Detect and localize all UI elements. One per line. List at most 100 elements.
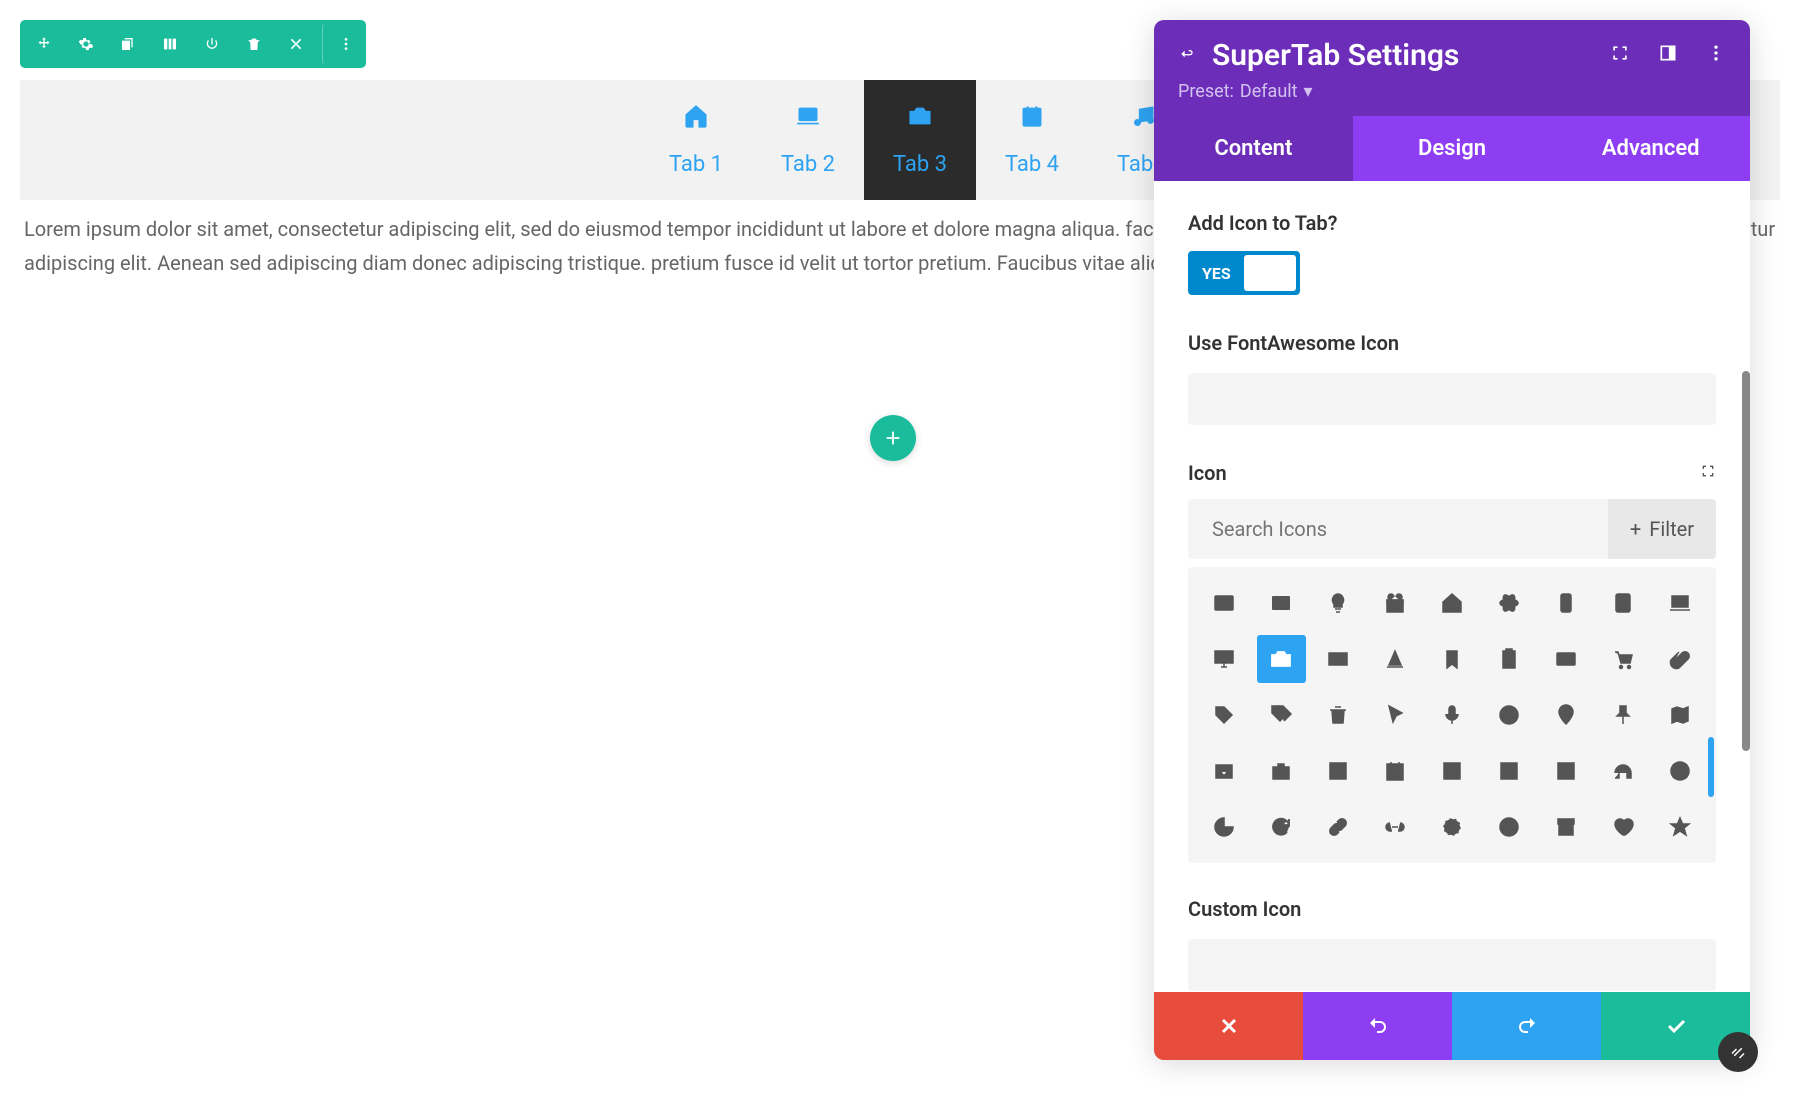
icon-archive[interactable] bbox=[1541, 803, 1590, 851]
icon-home[interactable] bbox=[1428, 579, 1477, 627]
tab-label: Tab 1 bbox=[669, 152, 723, 177]
panel-footer bbox=[1154, 992, 1750, 1060]
icon-pushpin[interactable] bbox=[1598, 691, 1647, 739]
icon-image[interactable] bbox=[1200, 579, 1249, 627]
fontawesome-label: Use FontAwesome Icon bbox=[1188, 331, 1716, 355]
cancel-button[interactable] bbox=[1154, 992, 1303, 1060]
redo-button[interactable] bbox=[1452, 992, 1601, 1060]
gear-icon[interactable] bbox=[66, 24, 106, 64]
icon-window[interactable] bbox=[1314, 747, 1363, 795]
tab-2[interactable]: Tab 2 bbox=[752, 80, 864, 200]
icon-heart[interactable] bbox=[1598, 803, 1647, 851]
icon-credit-card[interactable] bbox=[1541, 635, 1590, 683]
icon-envelope[interactable] bbox=[1314, 635, 1363, 683]
expand-section-icon[interactable] bbox=[1700, 463, 1716, 483]
icon-cone[interactable] bbox=[1371, 635, 1420, 683]
snap-icon[interactable] bbox=[1658, 43, 1678, 68]
camera-icon bbox=[907, 103, 933, 136]
icon-label: Icon bbox=[1188, 461, 1227, 485]
settings-panel: SuperTab Settings Preset: Default ▾ Cont… bbox=[1154, 20, 1750, 1060]
fontawesome-input[interactable] bbox=[1188, 373, 1716, 425]
icon-headphones[interactable] bbox=[1598, 747, 1647, 795]
module-toolbar bbox=[20, 20, 366, 68]
chevron-down-icon: ▾ bbox=[1304, 81, 1313, 102]
trash-icon[interactable] bbox=[234, 24, 274, 64]
home-icon bbox=[683, 103, 709, 136]
icon-desktop[interactable] bbox=[1200, 635, 1249, 683]
icon-trash[interactable] bbox=[1314, 691, 1363, 739]
icon-search-input[interactable] bbox=[1188, 499, 1608, 559]
add-icon-label: Add Icon to Tab? bbox=[1188, 211, 1716, 235]
move-icon[interactable] bbox=[24, 24, 64, 64]
icon-clipboard[interactable] bbox=[1484, 635, 1533, 683]
tab-label: Tab 2 bbox=[781, 152, 835, 177]
icon-briefcase[interactable] bbox=[1257, 747, 1306, 795]
panel-title: SuperTab Settings bbox=[1212, 38, 1459, 73]
icon-microphone[interactable] bbox=[1428, 691, 1477, 739]
duplicate-icon[interactable] bbox=[108, 24, 148, 64]
icon-refresh[interactable] bbox=[1257, 803, 1306, 851]
toggle-knob bbox=[1244, 255, 1296, 291]
panel-body: Add Icon to Tab? YES Use FontAwesome Ico… bbox=[1154, 181, 1750, 992]
icon-calendar[interactable] bbox=[1371, 747, 1420, 795]
icon-laptop[interactable] bbox=[1655, 579, 1704, 627]
icon-bookmark[interactable] bbox=[1428, 635, 1477, 683]
icon-film[interactable] bbox=[1428, 747, 1477, 795]
icon-star[interactable] bbox=[1655, 803, 1704, 851]
icon-grid bbox=[1188, 567, 1716, 863]
icon-tablet[interactable] bbox=[1598, 579, 1647, 627]
custom-icon-label: Custom Icon bbox=[1188, 897, 1716, 921]
tab-1[interactable]: Tab 1 bbox=[640, 80, 752, 200]
back-icon[interactable] bbox=[1178, 46, 1194, 66]
icon-mobile[interactable] bbox=[1541, 579, 1590, 627]
icon-gift[interactable] bbox=[1371, 579, 1420, 627]
icon-compass[interactable] bbox=[1484, 691, 1533, 739]
icon-paperclip[interactable] bbox=[1655, 635, 1704, 683]
power-icon[interactable] bbox=[192, 24, 232, 64]
icon-tag[interactable] bbox=[1200, 691, 1249, 739]
icon-inbox[interactable] bbox=[1200, 747, 1249, 795]
tab-4[interactable]: Tab 4 bbox=[976, 80, 1088, 200]
icon-link2[interactable] bbox=[1371, 803, 1420, 851]
filter-button[interactable]: + Filter bbox=[1608, 499, 1716, 559]
icon-lifering[interactable] bbox=[1655, 747, 1704, 795]
add-module-button[interactable] bbox=[870, 415, 916, 461]
icon-tags[interactable] bbox=[1257, 691, 1306, 739]
icon-map-pin[interactable] bbox=[1541, 691, 1590, 739]
icon-spinner[interactable] bbox=[1428, 803, 1477, 851]
tab-label: Tab 3 bbox=[893, 152, 947, 177]
icon-link[interactable] bbox=[1314, 803, 1363, 851]
icon-ban[interactable] bbox=[1484, 803, 1533, 851]
icon-cart[interactable] bbox=[1598, 635, 1647, 683]
panel-scrollbar[interactable] bbox=[1742, 371, 1750, 751]
laptop-icon bbox=[795, 103, 821, 136]
calendar-icon bbox=[1019, 103, 1045, 136]
add-icon-toggle[interactable]: YES bbox=[1188, 251, 1300, 295]
panel-tab-design[interactable]: Design bbox=[1353, 116, 1552, 181]
close-icon[interactable] bbox=[276, 24, 316, 64]
expand-icon[interactable] bbox=[1610, 43, 1630, 68]
icon-map[interactable] bbox=[1655, 691, 1704, 739]
kebab-icon[interactable] bbox=[1706, 43, 1726, 68]
icon-image-filled[interactable] bbox=[1257, 579, 1306, 627]
icon-grid[interactable] bbox=[1484, 747, 1533, 795]
icon-grid-scrollbar[interactable] bbox=[1708, 737, 1714, 797]
undo-button[interactable] bbox=[1303, 992, 1452, 1060]
icon-atom[interactable] bbox=[1484, 579, 1533, 627]
panel-tab-advanced[interactable]: Advanced bbox=[1551, 116, 1750, 181]
tab-3[interactable]: Tab 3 bbox=[864, 80, 976, 200]
icon-panel[interactable] bbox=[1541, 747, 1590, 795]
icon-cursor[interactable] bbox=[1371, 691, 1420, 739]
icon-camera[interactable] bbox=[1257, 635, 1306, 683]
resize-handle[interactable] bbox=[1718, 1032, 1758, 1072]
icon-lightbulb[interactable] bbox=[1314, 579, 1363, 627]
columns-icon[interactable] bbox=[150, 24, 190, 64]
panel-tabs: Content Design Advanced bbox=[1154, 116, 1750, 181]
more-icon[interactable] bbox=[322, 24, 362, 64]
panel-header: SuperTab Settings Preset: Default ▾ bbox=[1154, 20, 1750, 116]
icon-pie-chart[interactable] bbox=[1200, 803, 1249, 851]
plus-icon: + bbox=[1630, 517, 1641, 541]
panel-tab-content[interactable]: Content bbox=[1154, 116, 1353, 181]
custom-icon-input[interactable] bbox=[1188, 939, 1716, 991]
preset-selector[interactable]: Preset: Default ▾ bbox=[1178, 81, 1726, 102]
